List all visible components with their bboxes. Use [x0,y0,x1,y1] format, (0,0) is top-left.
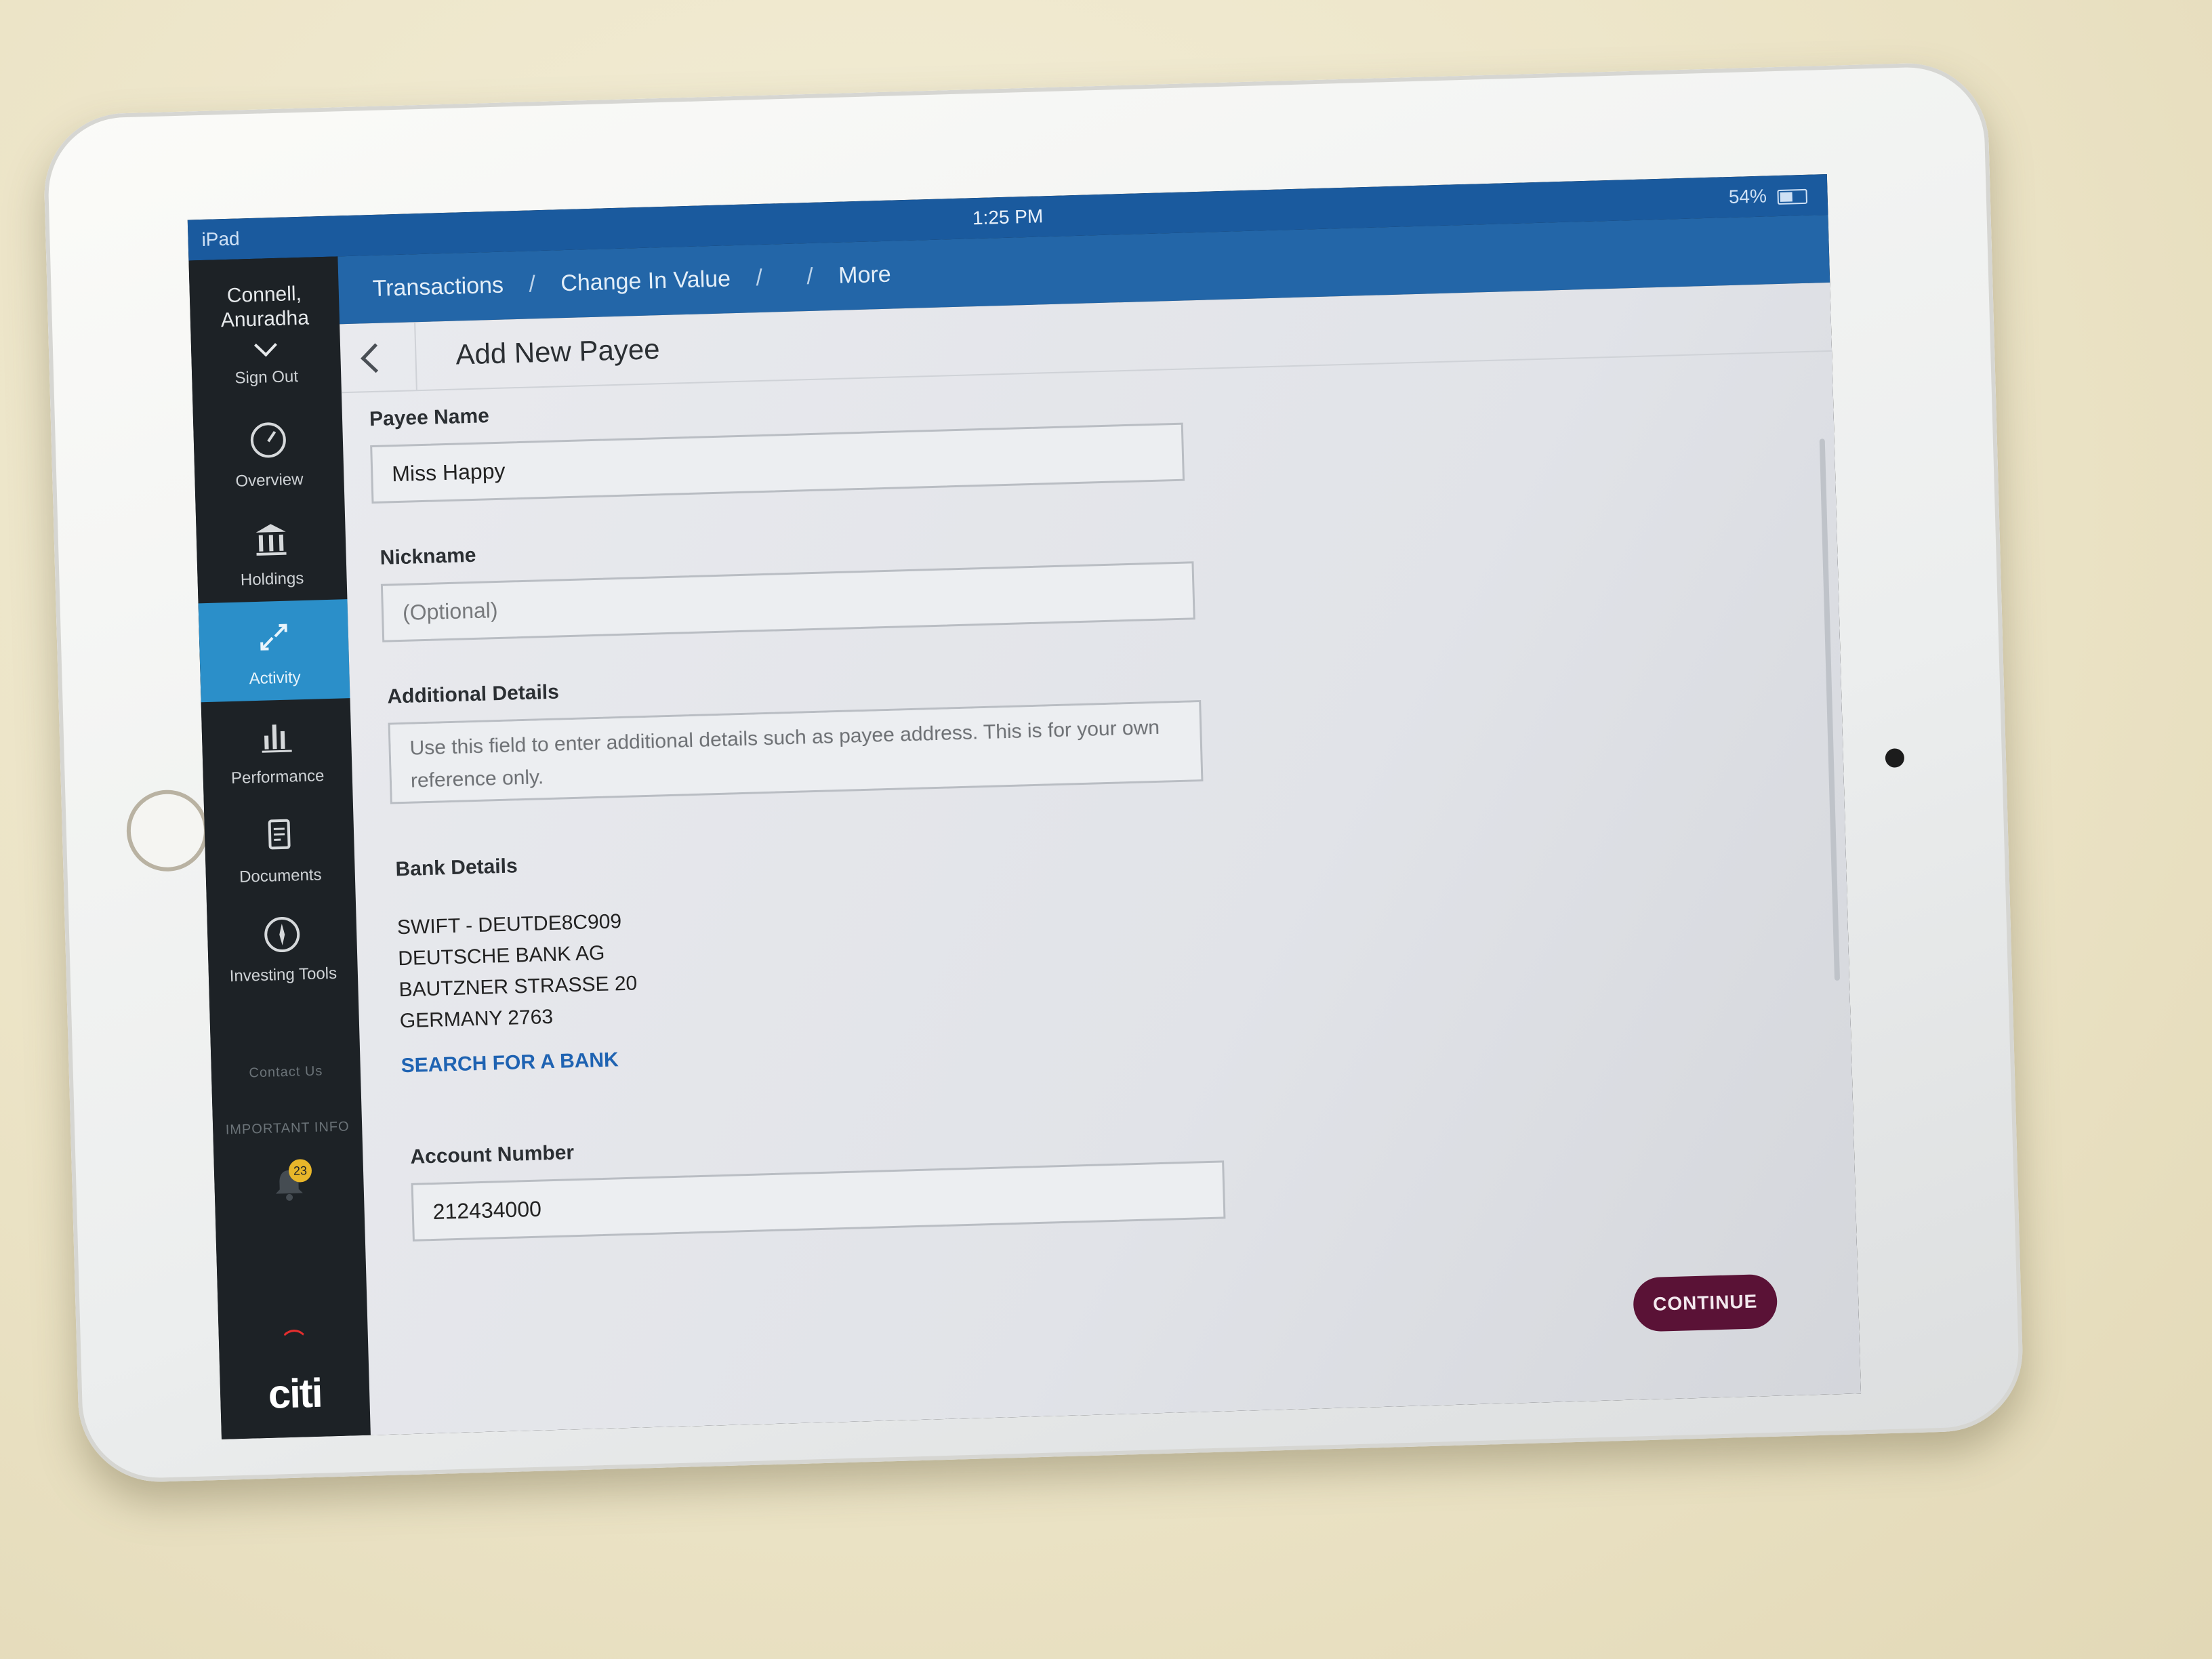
bank-street: BAUTZNER STRASSE 20 [398,972,638,1002]
nickname-label: Nickname [380,544,476,569]
sidebar-item-label: Documents [239,865,322,886]
gauge-icon [250,422,286,458]
bank-details-label: Bank Details [395,855,518,881]
sidebar-item-activity[interactable]: Activity [198,599,350,703]
bank-country: GERMANY 2763 [399,1005,554,1033]
breadcrumb: Transactions / Change In Value / / More [372,262,891,302]
sidebar-item-label: Investing Tools [229,964,337,986]
sidebar-item-performance[interactable]: Performance [201,698,353,801]
search-for-bank-link[interactable]: SEARCH FOR A BANK [401,1048,619,1078]
user-menu[interactable]: Connell, Anuradha Sign Out [188,256,341,392]
home-button[interactable] [125,789,209,873]
page-title: Add New Payee [455,333,661,371]
logo-arc: ⌒ [283,1329,304,1353]
screen: iPad 1:25 PM 54% Connell, Anuradha Sign … [187,173,1862,1439]
document-icon [268,819,291,850]
divider [414,322,417,390]
sign-out-link[interactable]: Sign Out [192,363,342,392]
breadcrumb-change-in-value[interactable]: Change In Value [560,266,731,296]
breadcrumb-separator: / [806,263,814,290]
additional-details-field[interactable] [388,700,1204,804]
sidebar-item-investing-tools[interactable]: Investing Tools [207,896,359,999]
breadcrumb-more[interactable]: More [838,262,891,289]
user-name-first: Connell, [226,282,302,307]
camera-dot [1885,748,1905,768]
sidebar-item-label: Holdings [240,569,304,590]
scrollbar[interactable] [1819,438,1841,981]
battery-percent: 54% [1728,185,1767,208]
user-name-last: Anuradha [220,306,310,332]
important-info-link[interactable]: IMPORTANT INFO [213,1119,363,1139]
logo-text: citi [267,1370,323,1417]
account-number-field[interactable] [411,1160,1226,1242]
citi-logo: ⌒ citi [218,1322,370,1419]
back-arrow-icon[interactable] [361,343,390,373]
ipad-device: iPad 1:25 PM 54% Connell, Anuradha Sign … [42,61,2025,1484]
payee-name-label: Payee Name [369,405,490,431]
arrows-icon [260,623,287,651]
additional-details-label: Additional Details [387,680,560,708]
breadcrumb-separator: / [528,271,536,298]
bank-details-block: SWIFT - DEUTDE8C909 DEUTSCHE BANK AG BAU… [396,905,638,1037]
breadcrumb-separator: / [755,264,763,291]
sidebar-item-overview[interactable]: Overview [192,401,344,504]
notifications-button[interactable]: 23 [268,1158,312,1205]
continue-button[interactable]: CONTINUE [1633,1273,1778,1332]
main-content: Add New Payee Payee Name Nickname Additi… [340,282,1862,1435]
status-battery: 54% [1728,184,1808,208]
sidebar-item-documents[interactable]: Documents [204,797,356,900]
account-number-label: Account Number [410,1141,575,1168]
chevron-down-icon[interactable] [253,333,277,357]
contact-us-link[interactable]: Contact Us [211,1063,361,1082]
breadcrumb-transactions[interactable]: Transactions [372,272,504,302]
sidebar-item-label: Overview [235,470,304,491]
bank-icon [255,524,287,556]
battery-icon [1777,188,1808,205]
sidebar-item-label: Performance [230,766,325,788]
bar-chart-icon [262,724,292,753]
sidebar-item-label: Activity [249,668,302,689]
compass-icon [264,917,300,953]
breadcrumb-empty[interactable] [787,264,788,290]
sidebar-item-holdings[interactable]: Holdings [195,500,347,603]
payee-name-field[interactable] [370,422,1185,504]
nickname-field[interactable] [380,561,1195,642]
